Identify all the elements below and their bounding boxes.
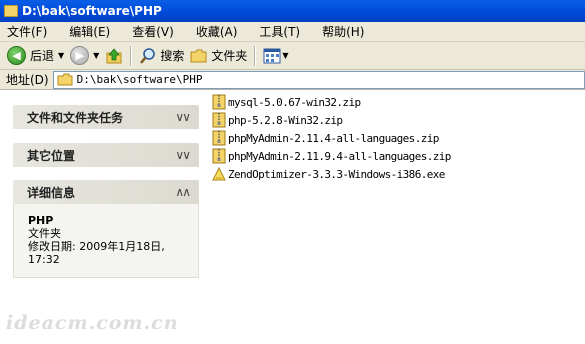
task-pane: 文件和文件夹任务 ∨∨ 其它位置 ∨∨ 详细信息 ∧∧ PHP 文件夹 修改日期… [0, 91, 208, 344]
search-button[interactable]: 搜索 [136, 45, 187, 67]
menu-bar: 文件(F) 编辑(E) 查看(V) 收藏(A) 工具(T) 帮助(H) [0, 22, 585, 42]
details-header[interactable]: 详细信息 ∧∧ [13, 180, 199, 204]
other-places-panel: 其它位置 ∨∨ [13, 143, 199, 167]
details-body: PHP 文件夹 修改日期: 2009年1月18日, 17:32 [13, 204, 199, 278]
search-label: 搜索 [160, 49, 185, 63]
views-button[interactable]: ▼ [260, 45, 291, 67]
menu-view[interactable]: 查看(V) [129, 22, 177, 41]
expand-chevron-icon[interactable]: ∨∨ [175, 148, 191, 162]
file-list: mysql-5.0.67-win32.zip php-5.2.8-Win32.z… [212, 93, 451, 183]
details-name: PHP [28, 214, 54, 227]
zip-icon [212, 94, 226, 110]
address-bar: 地址(D) D:\bak\software\PHP [0, 70, 585, 90]
other-places-title: 其它位置 [27, 148, 76, 163]
toolbar-separator [254, 45, 257, 66]
file-tasks-panel: 文件和文件夹任务 ∨∨ [13, 105, 199, 129]
zip-icon [212, 148, 226, 164]
back-dropdown-icon[interactable]: ▼ [58, 51, 64, 60]
menu-help[interactable]: 帮助(H) [319, 22, 367, 41]
details-panel: 详细信息 ∧∧ PHP 文件夹 修改日期: 2009年1月18日, 17:32 [13, 180, 199, 278]
address-value: D:\bak\software\PHP [76, 73, 203, 86]
views-icon [263, 48, 281, 63]
zip-icon [212, 130, 226, 146]
file-name: ZendOptimizer-3.3.3-Windows-i386.exe [228, 167, 445, 181]
list-item[interactable]: mysql-5.0.67-win32.zip [212, 93, 451, 111]
other-places-header[interactable]: 其它位置 ∨∨ [13, 143, 199, 167]
forward-button[interactable]: ▶ ▼ [67, 45, 102, 67]
title-bar: D:\bak\software\PHP [0, 0, 585, 22]
menu-edit[interactable]: 编辑(E) [66, 22, 113, 41]
file-name: php-5.2.8-Win32.zip [228, 113, 343, 127]
back-arrow-icon: ◀ [7, 46, 26, 65]
details-modified: 修改日期: 2009年1月18日, 17:32 [28, 240, 165, 266]
address-input[interactable]: D:\bak\software\PHP [52, 70, 585, 89]
menu-tools[interactable]: 工具(T) [256, 22, 303, 41]
file-tasks-title: 文件和文件夹任务 [27, 110, 124, 125]
list-item[interactable]: phpMyAdmin-2.11.9.4-all-languages.zip [212, 147, 451, 165]
exe-icon [212, 166, 226, 181]
list-item[interactable]: ZendOptimizer-3.3.3-Windows-i386.exe [212, 165, 451, 183]
zip-icon [212, 112, 226, 128]
list-item[interactable]: php-5.2.8-Win32.zip [212, 111, 451, 129]
collapse-chevron-icon[interactable]: ∧∧ [175, 185, 191, 199]
folder-icon [4, 5, 18, 17]
up-button[interactable] [102, 45, 126, 67]
details-type: 文件夹 [28, 227, 61, 240]
list-item[interactable]: phpMyAdmin-2.11.4-all-languages.zip [212, 129, 451, 147]
folders-label: 文件夹 [211, 49, 248, 63]
expand-chevron-icon[interactable]: ∨∨ [175, 110, 191, 124]
folder-icon [57, 73, 73, 86]
back-button[interactable]: ◀ 后退 ▼ [4, 45, 67, 67]
toolbar-separator [130, 45, 133, 66]
folders-button[interactable]: 文件夹 [187, 45, 250, 67]
menu-favorites[interactable]: 收藏(A) [193, 22, 241, 41]
forward-arrow-icon: ▶ [70, 46, 90, 65]
address-label: 地址(D) [6, 73, 49, 87]
file-name: mysql-5.0.67-win32.zip [228, 95, 361, 109]
views-dropdown-icon[interactable]: ▼ [282, 51, 288, 60]
folders-icon [190, 49, 207, 62]
menu-file[interactable]: 文件(F) [4, 22, 50, 41]
file-name: phpMyAdmin-2.11.9.4-all-languages.zip [228, 149, 451, 163]
back-label: 后退 [30, 49, 55, 63]
forward-dropdown-icon[interactable]: ▼ [93, 51, 99, 60]
file-tasks-header[interactable]: 文件和文件夹任务 ∨∨ [13, 105, 199, 129]
search-icon [140, 47, 156, 64]
up-folder-icon [106, 47, 122, 63]
details-title: 详细信息 [27, 185, 76, 200]
file-name: phpMyAdmin-2.11.4-all-languages.zip [228, 131, 439, 145]
window-title: D:\bak\software\PHP [22, 4, 162, 18]
watermark: ideacm.com.cn [6, 312, 179, 334]
toolbar: ◀ 后退 ▼ ▶ ▼ 搜索 文件夹 ▼ [0, 42, 585, 70]
